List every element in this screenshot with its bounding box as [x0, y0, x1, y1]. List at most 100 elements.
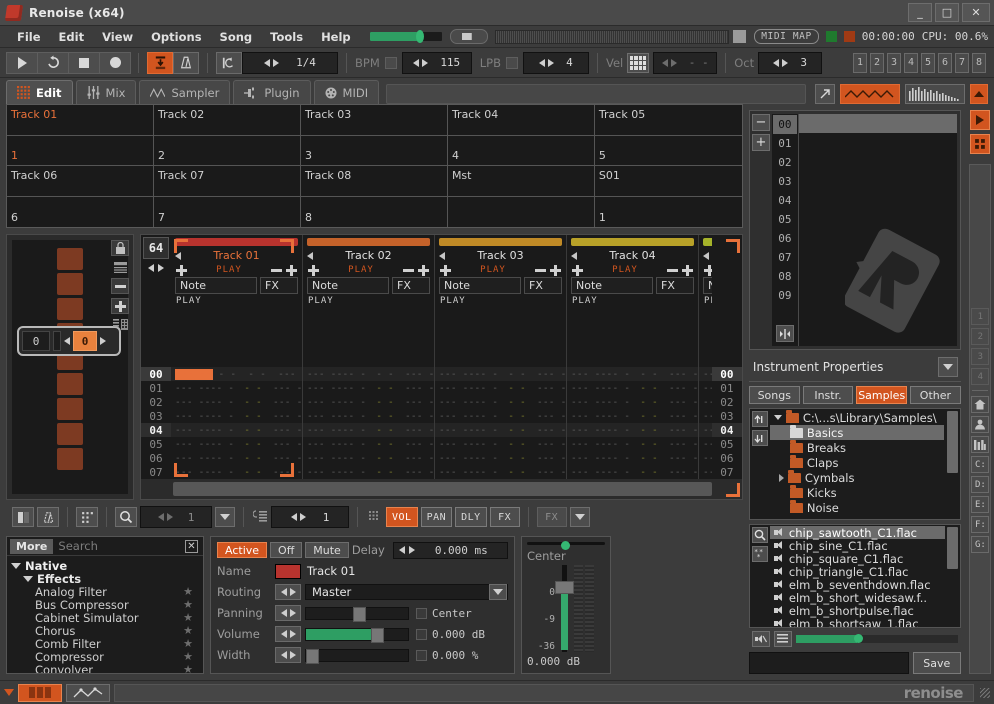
matrix-num-5[interactable]: 5	[594, 136, 742, 166]
stop-button[interactable]	[68, 51, 100, 74]
pattern-lock-button[interactable]	[111, 240, 129, 256]
track-header-name[interactable]: Track 04	[567, 248, 698, 263]
width-next-arrow[interactable]	[289, 651, 296, 659]
track-mute-button[interactable]: Mute	[305, 542, 349, 558]
file-item[interactable]: elm_b_shortsaw_1.flac	[770, 617, 960, 627]
volume-spinner[interactable]	[275, 626, 301, 642]
pattern-row[interactable]: --- --- - -- ---- --- ---	[303, 437, 470, 451]
matrix-block[interactable]	[57, 448, 83, 470]
panning-prev-arrow[interactable]	[280, 609, 287, 617]
octave-button-5[interactable]: 5	[921, 52, 935, 73]
pattern-length-arrows[interactable]	[141, 261, 171, 278]
tree-node-native[interactable]: Native	[11, 559, 203, 573]
matrix-cell-track-05[interactable]: Track 05	[594, 105, 742, 136]
fx-column-header[interactable]: FX	[656, 277, 694, 294]
collapse-arrow-icon[interactable]	[307, 251, 313, 260]
menu-options[interactable]: Options	[142, 28, 210, 46]
panning-next-arrow[interactable]	[289, 609, 296, 617]
pattern-row[interactable]: --- --- - -- ---- --- ---	[303, 409, 470, 423]
bpm-field[interactable]: 115	[401, 51, 472, 74]
track-header-name[interactable]: Track 05	[699, 248, 712, 263]
matrix-num-1[interactable]: 1	[7, 135, 154, 166]
pattern-horizontal-scrollbar[interactable]	[173, 482, 712, 496]
side-play-button[interactable]	[970, 110, 991, 130]
add-fx-column-icon[interactable]	[286, 264, 297, 276]
matrix-cell-track-06[interactable]: Track 06	[7, 166, 154, 197]
collapse-arrow-icon[interactable]	[571, 251, 577, 260]
fader-cap[interactable]	[555, 581, 574, 594]
width-prev-arrow[interactable]	[280, 651, 287, 659]
matrix-num-4[interactable]: 4	[447, 135, 595, 166]
remove-fx-column-icon[interactable]	[667, 268, 678, 272]
effect-bus-compressor[interactable]: Bus Compressor ★	[11, 598, 203, 612]
pattern-add-button[interactable]	[111, 298, 129, 314]
add-column-icon[interactable]	[572, 264, 583, 276]
file-item[interactable]: elm_b_shortpulse.flac	[770, 604, 960, 618]
width-slider[interactable]	[305, 648, 409, 664]
matrix-cell-send-01[interactable]: S01	[594, 166, 742, 197]
pattern-search-button[interactable]	[115, 507, 137, 527]
preview-volume-slider[interactable]	[795, 633, 958, 643]
matrix-cell-track-03[interactable]: Track 03	[300, 105, 448, 136]
velocity-field[interactable]: - -	[653, 51, 718, 74]
tree-node-effects[interactable]: Effects	[11, 572, 203, 586]
oct-next-arrow[interactable]	[782, 58, 789, 67]
pattern-row[interactable]: --- --- - -- ---- --- ---	[435, 381, 602, 395]
effect-compressor[interactable]: Compressor ★	[11, 650, 203, 664]
matrix-num-7[interactable]: 7	[154, 196, 301, 227]
note-column-header[interactable]: Note	[703, 277, 712, 294]
pattern-halves-button[interactable]	[12, 507, 34, 527]
file-item[interactable]: chip_sawtooth_C1.flac	[769, 526, 945, 540]
place-drives-button[interactable]	[971, 436, 990, 453]
pattern-selected-value[interactable]: 0	[73, 331, 97, 351]
remove-fx-column-icon[interactable]	[535, 268, 546, 272]
track-color-swatch[interactable]	[275, 563, 301, 579]
pattern-track-02[interactable]: Track 02 PLAY Note FX PLAY --- --- - - -…	[303, 235, 470, 479]
resize-grip[interactable]	[980, 687, 990, 698]
scope-spectrum-button[interactable]	[905, 84, 965, 104]
sequence-row[interactable]: 00	[772, 115, 797, 134]
file-search-button[interactable]	[751, 527, 768, 543]
effects-search-input[interactable]: Search	[58, 539, 180, 553]
file-item[interactable]: chip_triangle_C1.flac	[770, 565, 960, 579]
sequence-row[interactable]: 04	[772, 191, 798, 210]
side-grid-button[interactable]	[970, 134, 991, 154]
expand-view-button[interactable]	[815, 84, 835, 104]
sequence-remove-button[interactable]: −	[751, 114, 770, 131]
step-prev-arrow[interactable]	[157, 513, 164, 521]
pattern-prev-arrow[interactable]	[64, 337, 70, 345]
matrix-cell-master[interactable]: Mst	[447, 166, 595, 197]
pattern-row[interactable]: --- --- - -- ---- --- ---	[303, 423, 470, 437]
add-column-icon[interactable]	[308, 264, 319, 276]
file-scrollbar[interactable]	[946, 527, 958, 569]
note-column-header[interactable]: Note	[307, 277, 389, 294]
octave-button-4[interactable]: 4	[904, 52, 918, 73]
effect-comb-filter[interactable]: Comb Filter ★	[11, 637, 203, 651]
routing-next-arrow[interactable]	[289, 588, 296, 596]
folder-path-row[interactable]: C:\...s\Library\Samples\	[770, 409, 960, 425]
file-item[interactable]: chip_sine_C1.flac	[770, 539, 960, 553]
metronome-button[interactable]	[173, 51, 199, 74]
scope-toggle-button[interactable]	[733, 30, 747, 43]
maximize-button[interactable]: □	[935, 3, 959, 22]
matrix-cell-track-07[interactable]: Track 07	[153, 166, 301, 197]
column-fx-button[interactable]: FX	[489, 507, 520, 527]
octave-button-1[interactable]: 1	[853, 52, 867, 73]
sequence-add-button[interactable]: +	[751, 134, 770, 151]
column-vol-button[interactable]: VOL	[386, 507, 418, 527]
add-column-icon[interactable]	[440, 264, 451, 276]
sequence-row[interactable]: 07	[772, 248, 798, 267]
delay-next-arrow[interactable]	[408, 546, 415, 554]
pattern-length-prev[interactable]	[148, 264, 154, 272]
more-button[interactable]: More	[10, 538, 54, 554]
track-color-strip[interactable]	[703, 238, 712, 246]
effect-convolver[interactable]: Convolver ★	[11, 663, 203, 674]
octave-button-2[interactable]: 2	[870, 52, 884, 73]
track-off-button[interactable]: Off	[270, 542, 303, 558]
fx-dim-button[interactable]: FX	[536, 507, 567, 527]
quantize-next-arrow[interactable]	[273, 58, 280, 67]
pattern-editor[interactable]: 64 00 01 02 03 04 05 06 07 Track 01 PLAY…	[140, 234, 743, 500]
matrix-cell-track-01[interactable]: Track 01	[7, 105, 154, 136]
minimize-button[interactable]: _	[908, 3, 932, 22]
track-name-value[interactable]: Track 01	[307, 564, 355, 578]
